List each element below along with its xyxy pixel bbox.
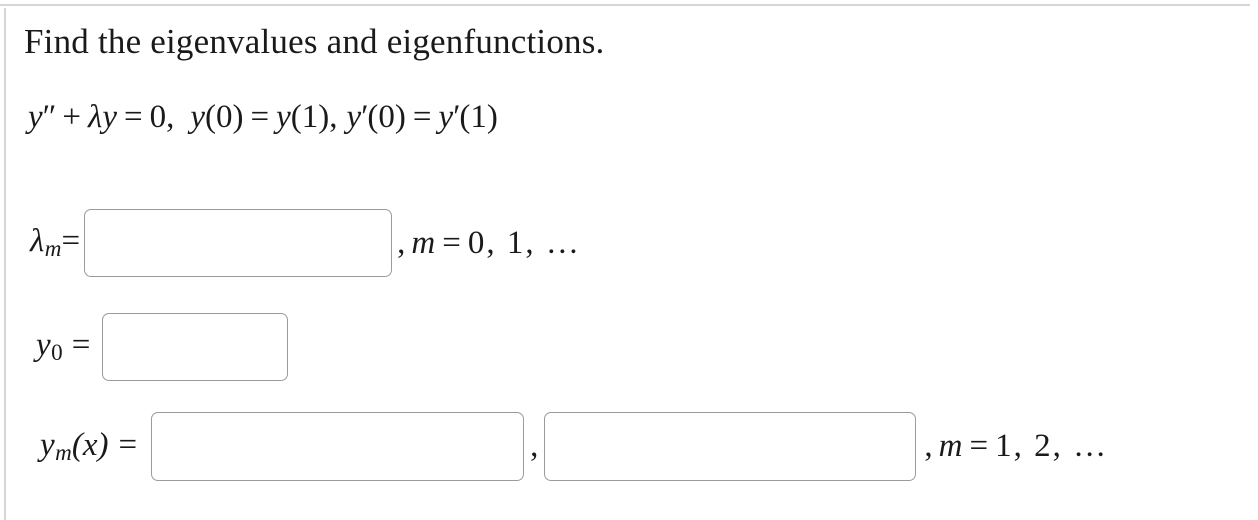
eigenvalue-index-text: , m = 0, 1, … bbox=[397, 224, 581, 261]
ym-label-equals: = bbox=[118, 426, 138, 463]
differential-equation: y″ + λy = 0, y(0) = y(1), y′(0) = y′(1) bbox=[28, 101, 498, 134]
top-divider-rule bbox=[0, 4, 1250, 6]
eigenvalue-index-variable: m bbox=[411, 224, 436, 261]
equation-lambda-y: y bbox=[102, 99, 117, 135]
equation-zero: 0 bbox=[149, 99, 167, 135]
boundary-condition-1-left: y(0) bbox=[190, 99, 244, 135]
boundary-condition-2-left: y′(0) bbox=[346, 99, 406, 135]
equation-lambda: λ bbox=[88, 99, 103, 135]
eigenvalue-label-subscript: m bbox=[44, 235, 62, 262]
ym-label: ym(x) = bbox=[40, 426, 138, 465]
y0-label-equals: = bbox=[71, 327, 91, 364]
equation-comma-1: , bbox=[166, 99, 175, 135]
ym-inputs-separator: , bbox=[530, 428, 539, 464]
y0-input[interactable] bbox=[102, 313, 289, 381]
equation-comma-2: , bbox=[329, 99, 338, 135]
y0-label: y0 = bbox=[36, 327, 91, 366]
y0-label-subscript: 0 bbox=[51, 339, 63, 366]
ym-answer-row: ym(x) = , , m = 1, 2, … bbox=[40, 412, 1108, 481]
ym-index-equals: = bbox=[969, 428, 989, 464]
problem-page: Find the eigenvalues and eigenfunctions.… bbox=[0, 0, 1258, 520]
ym-index-values: 1, 2, … bbox=[995, 428, 1109, 464]
eigenvalue-input[interactable] bbox=[84, 209, 393, 277]
ym-input-first[interactable] bbox=[151, 412, 525, 481]
ym-label-argument: (x) bbox=[71, 426, 109, 463]
problem-prompt: Find the eigenvalues and eigenfunctions. bbox=[24, 22, 605, 61]
boundary-condition-2-right: y′(1) bbox=[438, 99, 498, 135]
equation-plus: + bbox=[62, 99, 82, 135]
equation-double-prime: ″ bbox=[42, 99, 57, 135]
problem-content: Find the eigenvalues and eigenfunctions.… bbox=[6, 8, 1258, 520]
ym-label-subscript: m bbox=[55, 438, 72, 465]
eigenvalue-index-values: 0, 1, … bbox=[467, 224, 581, 261]
boundary-condition-1-right: y(1) bbox=[276, 99, 330, 135]
ym-input-second[interactable] bbox=[544, 412, 917, 481]
y0-answer-row: y0 = bbox=[36, 313, 289, 381]
eigenvalue-answer-row: λm= , m = 0, 1, … bbox=[30, 209, 581, 277]
boundary-condition-2-equals: = bbox=[412, 99, 432, 135]
equation-equals: = bbox=[123, 99, 143, 135]
eigenvalue-label-equals: = bbox=[61, 223, 81, 260]
ym-index-variable: m bbox=[938, 428, 963, 464]
ym-index-text: , m = 1, 2, … bbox=[924, 428, 1109, 464]
eigenvalue-index-equals: = bbox=[442, 224, 461, 261]
equation-y: y bbox=[28, 99, 43, 135]
eigenvalue-label: λm= bbox=[30, 223, 81, 262]
boundary-condition-1-equals: = bbox=[250, 99, 270, 135]
